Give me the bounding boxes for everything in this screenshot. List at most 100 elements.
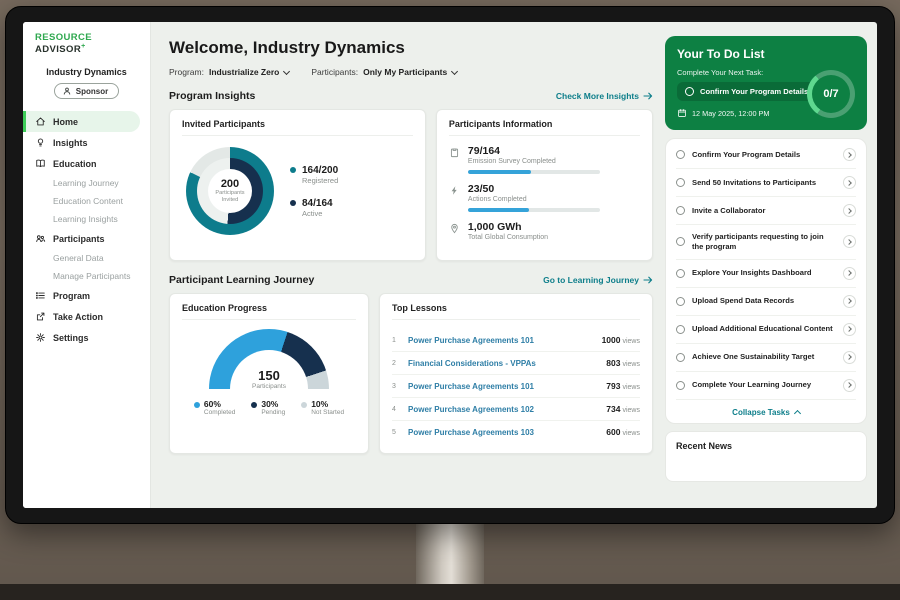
- task-item[interactable]: Achieve One Sustainability Target: [676, 344, 856, 372]
- link-label: Check More Insights: [556, 91, 639, 101]
- chevron-right-icon[interactable]: [843, 351, 856, 364]
- calendar-icon: [677, 108, 687, 118]
- filters-row: Program: Industrialize Zero Participants…: [169, 67, 653, 77]
- donut-center: 200 Participants Invited: [208, 169, 252, 213]
- task-item[interactable]: Explore Your Insights Dashboard: [676, 260, 856, 288]
- participants-filter-value: Only My Participants: [363, 67, 447, 77]
- participants-information-card: Participants Information 79/164 Emission…: [436, 109, 653, 261]
- task-item[interactable]: Invite a Collaborator: [676, 197, 856, 225]
- invited-participants-donut-chart: 200 Participants Invited: [186, 147, 274, 235]
- task-item[interactable]: Complete Your Learning Journey: [676, 372, 856, 400]
- legend-dot: [290, 200, 296, 206]
- legend-label: Not Started: [311, 409, 344, 416]
- learning-cards-row: Education Progress 150 Participants 60% …: [169, 293, 653, 454]
- monitor-bezel: RESOURCE ADVISOR+ Industry Dynamics Spon…: [5, 6, 895, 524]
- checkbox-icon[interactable]: [676, 353, 685, 362]
- stat-emission-survey: 79/164 Emission Survey Completed: [449, 145, 640, 174]
- legend-value: 164/200: [302, 165, 338, 176]
- chevron-right-icon[interactable]: [843, 267, 856, 280]
- legend-item-not-started: 10% Not Started: [301, 399, 344, 416]
- donut-legend: 164/200 Registered 84/164 Active: [290, 165, 338, 218]
- sidebar-item-education-content[interactable]: Education Content: [23, 192, 150, 210]
- check-more-insights-link[interactable]: Check More Insights: [556, 91, 653, 101]
- home-icon: [35, 116, 46, 127]
- chevron-right-icon[interactable]: [843, 176, 856, 189]
- legend-dot: [301, 402, 307, 408]
- checkbox-icon[interactable]: [676, 237, 685, 246]
- lesson-link[interactable]: Power Purchase Agreements 102: [408, 405, 598, 414]
- card-title: Invited Participants: [182, 119, 413, 136]
- task-item[interactable]: Upload Additional Educational Content: [676, 316, 856, 344]
- task-label: Verify participants requesting to join t…: [692, 232, 836, 252]
- checkbox-icon[interactable]: [676, 206, 685, 215]
- task-item[interactable]: Send 50 Invitations to Participants: [676, 169, 856, 197]
- recent-news-card: Recent News: [665, 431, 867, 482]
- checkbox-icon[interactable]: [676, 178, 685, 187]
- chevron-right-icon[interactable]: [843, 148, 856, 161]
- monitor-stand: [416, 520, 484, 586]
- sidebar-item-insights[interactable]: Insights: [23, 132, 150, 153]
- lesson-link[interactable]: Power Purchase Agreements 101: [408, 382, 598, 391]
- logo-secondary: ADVISOR: [35, 44, 81, 55]
- sidebar-item-general-data[interactable]: General Data: [23, 249, 150, 267]
- lesson-views: 734: [606, 404, 620, 414]
- lesson-link[interactable]: Power Purchase Agreements 101: [408, 336, 594, 345]
- logo-plus: +: [81, 43, 86, 50]
- main-content: Welcome, Industry Dynamics Program: Indu…: [151, 22, 665, 508]
- collapse-tasks-link[interactable]: Collapse Tasks: [676, 400, 856, 421]
- sidebar-item-education[interactable]: Education: [23, 153, 150, 174]
- insights-cards-row: Invited Participants 200 Participants In…: [169, 109, 653, 261]
- sidebar-item-take-action[interactable]: Take Action: [23, 306, 150, 327]
- legend-label: Pending: [261, 409, 285, 416]
- program-filter[interactable]: Program: Industrialize Zero: [169, 67, 289, 77]
- sidebar-item-label: Education: [53, 159, 97, 169]
- lesson-link[interactable]: Financial Considerations - VPPAs: [408, 359, 598, 368]
- sidebar-item-manage-participants[interactable]: Manage Participants: [23, 267, 150, 285]
- chevron-right-icon[interactable]: [843, 379, 856, 392]
- sidebar-item-learning-insights[interactable]: Learning Insights: [23, 210, 150, 228]
- card-title: Participants Information: [449, 119, 640, 136]
- people-icon: [35, 233, 46, 244]
- donut-center-value: 200: [221, 178, 239, 190]
- learning-journey-header: Participant Learning Journey Go to Learn…: [169, 274, 653, 286]
- desk-edge: [0, 584, 900, 600]
- progress-fill: [468, 208, 529, 212]
- lesson-row: 5 Power Purchase Agreements 103 600views: [392, 421, 640, 443]
- book-icon: [35, 158, 46, 169]
- stat-label: Actions Completed: [468, 196, 600, 203]
- task-item[interactable]: Upload Spend Data Records: [676, 288, 856, 316]
- sidebar-item-participants[interactable]: Participants: [23, 228, 150, 249]
- go-to-learning-journey-link[interactable]: Go to Learning Journey: [543, 275, 653, 285]
- external-arrow-icon: [35, 311, 46, 322]
- chevron-right-icon[interactable]: [843, 323, 856, 336]
- person-icon: [62, 86, 72, 96]
- lesson-rank: 4: [392, 406, 400, 413]
- task-item[interactable]: Verify participants requesting to join t…: [676, 225, 856, 260]
- gauge-legend: 60% Completed 30% Pending 10% Not Starte…: [182, 399, 356, 416]
- sponsor-badge-label: Sponsor: [76, 87, 108, 96]
- checkbox-icon[interactable]: [676, 381, 685, 390]
- sidebar-item-home[interactable]: Home: [23, 111, 140, 132]
- lesson-rank: 1: [392, 337, 400, 344]
- legend-item-completed: 60% Completed: [194, 399, 235, 416]
- checkbox-icon[interactable]: [676, 325, 685, 334]
- sponsor-badge[interactable]: Sponsor: [54, 83, 119, 99]
- progress-track: [468, 208, 600, 212]
- chevron-right-icon[interactable]: [843, 295, 856, 308]
- sidebar-item-program[interactable]: Program: [23, 285, 150, 306]
- sidebar-item-settings[interactable]: Settings: [23, 327, 150, 348]
- lesson-link[interactable]: Power Purchase Agreements 103: [408, 428, 598, 437]
- views-label: views: [622, 338, 640, 345]
- participants-filter[interactable]: Participants: Only My Participants: [311, 67, 457, 77]
- education-progress-gauge-chart: 150 Participants: [209, 329, 329, 390]
- task-item[interactable]: Confirm Your Program Details: [676, 141, 856, 169]
- sidebar-item-learning-journey[interactable]: Learning Journey: [23, 174, 150, 192]
- checkbox-icon[interactable]: [676, 150, 685, 159]
- checkbox-icon[interactable]: [676, 297, 685, 306]
- views-label: views: [622, 407, 640, 414]
- checkbox-icon[interactable]: [676, 269, 685, 278]
- task-label: Send 50 Invitations to Participants: [692, 178, 836, 188]
- chevron-right-icon[interactable]: [843, 235, 856, 248]
- chevron-right-icon[interactable]: [843, 204, 856, 217]
- todo-next-task[interactable]: Confirm Your Program Details: [677, 82, 817, 101]
